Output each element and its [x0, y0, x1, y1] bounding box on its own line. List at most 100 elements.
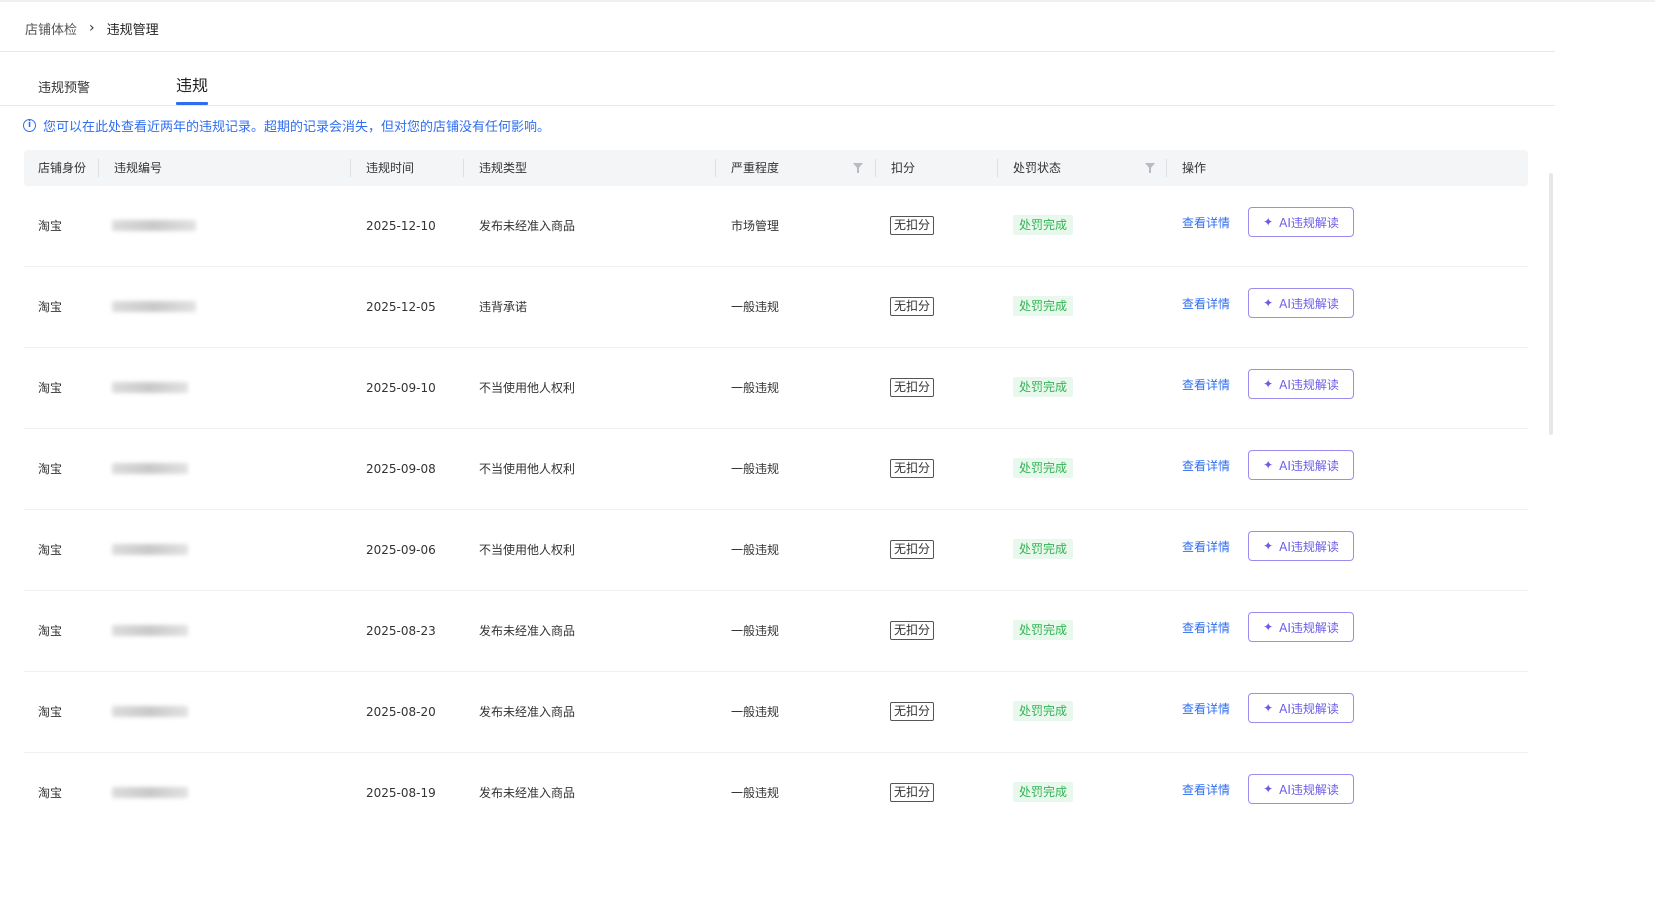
status-badge: 处罚完成 — [1013, 215, 1074, 235]
status-badge: 处罚完成 — [1013, 701, 1074, 721]
ai-interpret-button[interactable]: ✦ AI违规解读 — [1248, 774, 1354, 804]
column-header-status: 处罚状态 — [1013, 161, 1062, 175]
status-badge: 处罚完成 — [1013, 782, 1074, 802]
view-details-link[interactable]: 查看详情 — [1182, 429, 1230, 503]
breadcrumb-parent[interactable]: 店铺体检 — [25, 19, 77, 38]
column-header-id: 违规编号 — [114, 161, 163, 175]
violation-time: 2025-08-19 — [366, 786, 436, 800]
violation-time: 2025-12-10 — [366, 219, 436, 233]
severity: 一般违规 — [731, 381, 780, 395]
status-badge: 处罚完成 — [1013, 377, 1074, 397]
filter-icon[interactable] — [853, 163, 863, 173]
violation-type: 不当使用他人权利 — [479, 381, 576, 395]
column-divider — [715, 159, 716, 177]
sparkle-icon: ✦ — [1263, 458, 1274, 472]
info-icon: i — [23, 118, 36, 132]
vertical-scrollbar[interactable] — [1549, 173, 1553, 435]
column-header-severity: 严重程度 — [731, 161, 780, 175]
column-header-action: 操作 — [1182, 161, 1207, 175]
violation-time: 2025-09-08 — [366, 462, 436, 476]
breadcrumb: 店铺体检 › 违规管理 — [25, 18, 159, 38]
severity: 一般违规 — [731, 300, 780, 314]
table-row: 淘宝 2025-08-19 发布未经准入商品 一般违规 无扣分 处罚完成 查看详… — [24, 753, 1528, 833]
score-badge: 无扣分 — [890, 459, 935, 478]
view-details-link[interactable]: 查看详情 — [1182, 267, 1230, 341]
view-details-link[interactable]: 查看详情 — [1182, 186, 1230, 260]
ai-interpret-button[interactable]: ✦ AI违规解读 — [1248, 450, 1354, 480]
table-row: 淘宝 2025-09-08 不当使用他人权利 一般违规 无扣分 处罚完成 查看详… — [24, 429, 1528, 510]
shop-identity: 淘宝 — [38, 705, 63, 719]
score-badge: 无扣分 — [890, 702, 935, 721]
violation-time: 2025-09-10 — [366, 381, 436, 395]
status-badge: 处罚完成 — [1013, 539, 1074, 559]
redacted-violation-id — [112, 544, 188, 555]
shop-identity: 淘宝 — [38, 219, 63, 233]
shop-identity: 淘宝 — [38, 381, 63, 395]
column-divider — [997, 159, 998, 177]
breadcrumb-current: 违规管理 — [106, 22, 159, 38]
severity: 一般违规 — [731, 705, 780, 719]
column-divider — [1166, 159, 1167, 177]
table-header: 店铺身份 违规编号 违规时间 违规类型 严重程度 扣分 处罚状态 操作 — [24, 150, 1528, 186]
ai-interpret-button[interactable]: ✦ AI违规解读 — [1248, 369, 1354, 399]
violation-time: 2025-08-20 — [366, 705, 436, 719]
tab-label: 违规 — [176, 76, 209, 95]
redacted-violation-id — [112, 220, 196, 231]
tab-violation-warning[interactable]: 违规预警 — [38, 77, 90, 96]
sparkle-icon: ✦ — [1263, 620, 1274, 634]
status-badge: 处罚完成 — [1013, 620, 1074, 640]
redacted-violation-id — [112, 301, 196, 312]
ai-button-label: AI违规解读 — [1279, 296, 1339, 311]
score-badge: 无扣分 — [890, 216, 935, 235]
violation-type: 发布未经准入商品 — [479, 786, 576, 800]
notice-bar: i 您可以在此处查看近两年的违规记录。超期的记录会消失，但对您的店铺没有任何影响… — [23, 116, 550, 135]
score-badge: 无扣分 — [890, 378, 935, 397]
violation-type: 发布未经准入商品 — [479, 624, 576, 638]
view-details-link[interactable]: 查看详情 — [1182, 753, 1230, 827]
violation-type: 不当使用他人权利 — [479, 462, 576, 476]
column-header-score: 扣分 — [891, 161, 916, 175]
view-details-link[interactable]: 查看详情 — [1182, 591, 1230, 665]
shop-identity: 淘宝 — [38, 786, 63, 800]
redacted-violation-id — [112, 787, 188, 798]
ai-interpret-button[interactable]: ✦ AI违规解读 — [1248, 531, 1354, 561]
shop-identity: 淘宝 — [38, 624, 63, 638]
ai-interpret-button[interactable]: ✦ AI违规解读 — [1248, 612, 1354, 642]
score-badge: 无扣分 — [890, 783, 935, 802]
severity: 一般违规 — [731, 543, 780, 557]
severity: 一般违规 — [731, 624, 780, 638]
top-border — [0, 0, 1655, 2]
score-badge: 无扣分 — [890, 540, 935, 559]
view-details-link[interactable]: 查看详情 — [1182, 348, 1230, 422]
view-details-link[interactable]: 查看详情 — [1182, 672, 1230, 746]
redacted-violation-id — [112, 706, 188, 717]
ai-interpret-button[interactable]: ✦ AI违规解读 — [1248, 288, 1354, 318]
column-divider — [875, 159, 876, 177]
tabs-divider — [0, 105, 1555, 106]
table-row: 淘宝 2025-09-10 不当使用他人权利 一般违规 无扣分 处罚完成 查看详… — [24, 348, 1528, 429]
ai-interpret-button[interactable]: ✦ AI违规解读 — [1248, 693, 1354, 723]
view-details-link[interactable]: 查看详情 — [1182, 510, 1230, 584]
violation-type: 违背承诺 — [479, 300, 528, 314]
filter-icon[interactable] — [1145, 163, 1155, 173]
ai-button-label: AI违规解读 — [1279, 701, 1339, 716]
tab-violation[interactable]: 违规 — [176, 72, 209, 105]
severity: 一般违规 — [731, 462, 780, 476]
column-header-shop: 店铺身份 — [38, 161, 87, 175]
sparkle-icon: ✦ — [1263, 377, 1274, 391]
shop-identity: 淘宝 — [38, 543, 63, 557]
table-row: 淘宝 2025-12-10 发布未经准入商品 市场管理 无扣分 处罚完成 查看详… — [24, 186, 1528, 267]
ai-interpret-button[interactable]: ✦ AI违规解读 — [1248, 207, 1354, 237]
violation-type: 发布未经准入商品 — [479, 705, 576, 719]
redacted-violation-id — [112, 463, 188, 474]
ai-button-label: AI违规解读 — [1279, 377, 1339, 392]
table-row: 淘宝 2025-09-06 不当使用他人权利 一般违规 无扣分 处罚完成 查看详… — [24, 510, 1528, 591]
violation-time: 2025-09-06 — [366, 543, 436, 557]
shop-identity: 淘宝 — [38, 462, 63, 476]
violation-type: 不当使用他人权利 — [479, 543, 576, 557]
table-row: 淘宝 2025-08-23 发布未经准入商品 一般违规 无扣分 处罚完成 查看详… — [24, 591, 1528, 672]
column-header-type: 违规类型 — [479, 161, 528, 175]
ai-button-label: AI违规解读 — [1279, 539, 1339, 554]
shop-identity: 淘宝 — [38, 300, 63, 314]
ai-button-label: AI违规解读 — [1279, 215, 1339, 230]
